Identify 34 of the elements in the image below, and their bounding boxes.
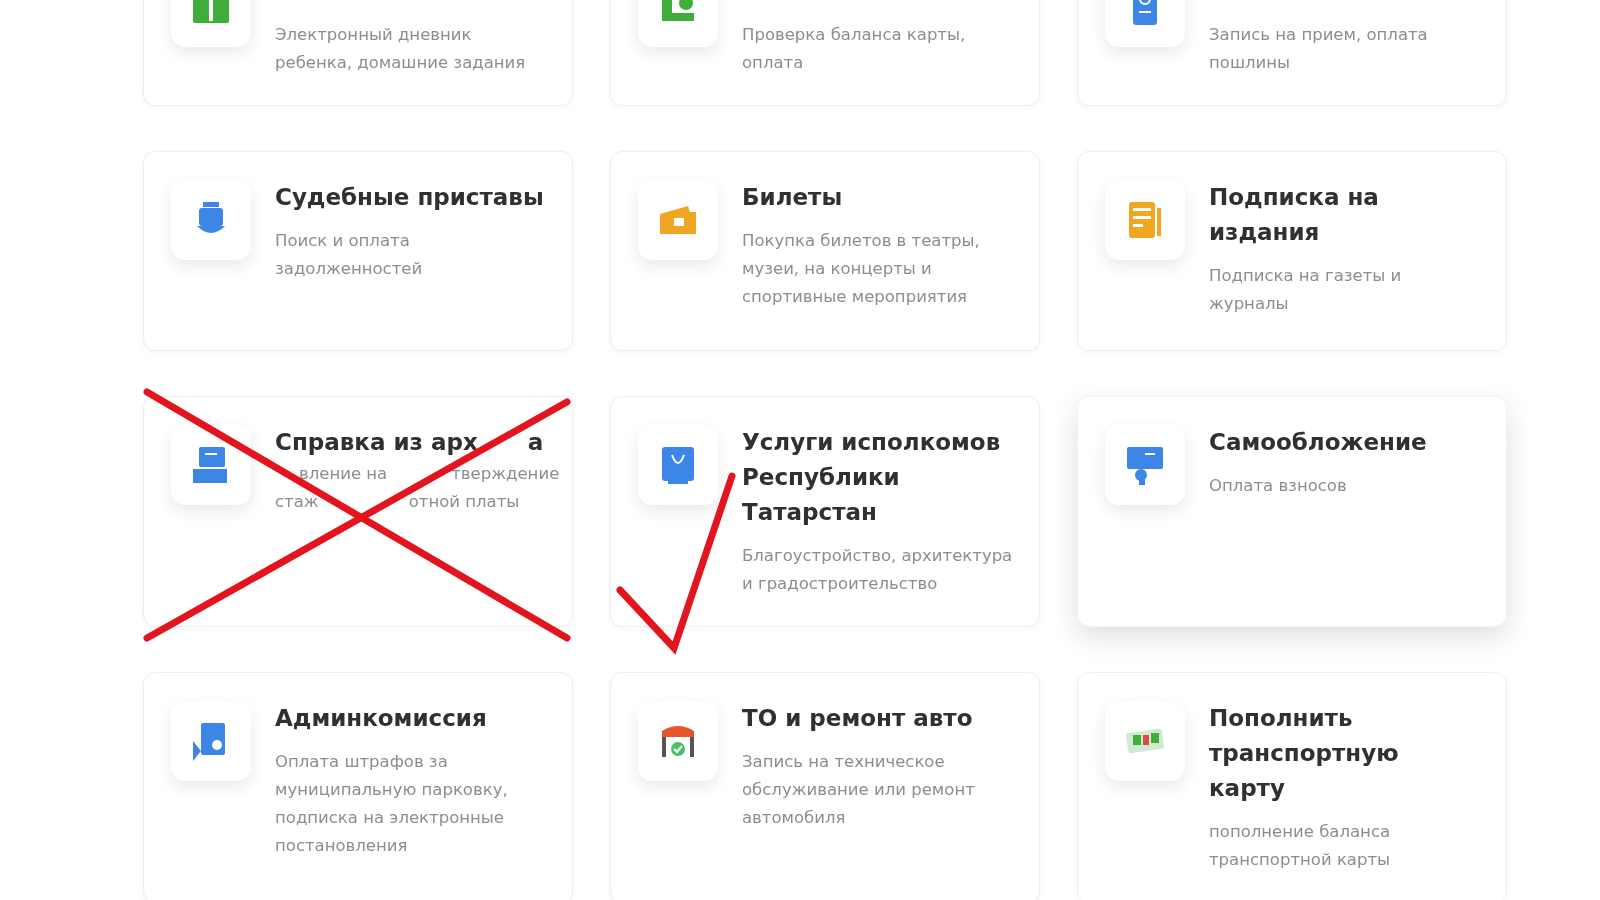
title-fragment: Справка из арх [275, 428, 478, 457]
service-description: Проверка баланса карты, оплата [742, 24, 967, 74]
title-fragment: а [527, 428, 544, 457]
service-title: Судебные приставы [275, 183, 545, 212]
service-description: Запись на техническое обслуживание или ремонт автомобиля [742, 751, 976, 829]
service-description: Оплата взносов [1209, 475, 1348, 497]
service-description: Благоустройство, архитектура и градостроительство [742, 545, 1013, 595]
service-card[interactable]: Подписка на издания Подписка на газеты и журналы [1077, 151, 1507, 351]
service-title: Пополнить транспортную карту [1209, 704, 1400, 803]
description-fragment: вление на [299, 463, 388, 485]
service-card[interactable]: Билеты Покупка билетов в театры, музеи, на концерты и спортивные мероприятия [610, 151, 1040, 351]
service-description: Поиск и оплата задолженностей [275, 230, 424, 280]
service-card[interactable]: Услуги исполкомов Республики Татарстан Благоустройство, архитектура и градостроительство [610, 396, 1040, 627]
service-title: Билеты [742, 183, 844, 212]
service-card[interactable]: Судебные приставы Поиск и оплата задолженностей [143, 151, 573, 351]
service-description: Оплата штрафов за муниципальную парковку, подписка на электронные постановления [275, 751, 509, 857]
service-card[interactable]: ТО и ремонт авто Запись на техническое обслуживание или ремонт автомобиля [610, 672, 1040, 900]
service-card[interactable]: Справка из арх а вление на тверждение стаж отной платы [143, 396, 573, 627]
service-title: Самообложение [1209, 428, 1428, 457]
service-description: пополнение баланса транспортной карты [1209, 821, 1392, 871]
service-card[interactable]: Пополнить транспортную карту пополнение баланса транспортной карты [1077, 672, 1507, 900]
service-card[interactable]: Самообложение Оплата взносов [1077, 396, 1507, 627]
service-title: Подписка на издания [1209, 183, 1380, 247]
service-card[interactable]: Админкомиссия Оплата штрафов за муниципальную парковку, подписка на электронные постановления [143, 672, 573, 900]
service-title: ТО и ремонт авто [742, 704, 974, 733]
service-description: Покупка билетов в театры, музеи, на концерты и спортивные мероприятия [742, 230, 981, 308]
service-description: Запись на прием, оплата пошлины [1209, 24, 1429, 74]
service-title: Услуги исполкомов Республики Татарстан [742, 428, 1002, 527]
description-fragment: стаж [275, 491, 319, 513]
description-fragment: отной платы [408, 491, 520, 513]
service-description: Электронный дневник ребенка, домашние задания [275, 24, 527, 74]
service-title: Админкомиссия [275, 704, 488, 733]
service-description: Подписка на газеты и журналы [1209, 265, 1403, 315]
description-fragment: тверждение [451, 463, 560, 485]
